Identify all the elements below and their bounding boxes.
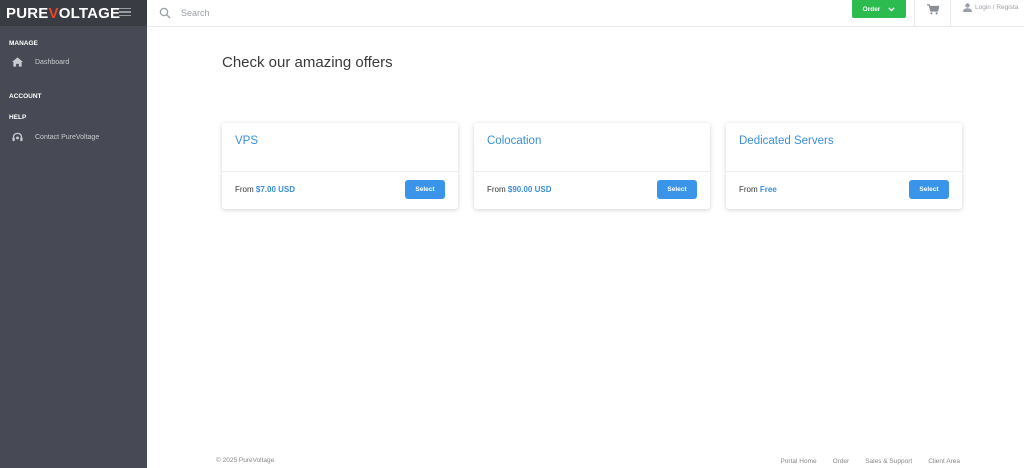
hamburger-menu-icon[interactable] [119,5,131,19]
offer-title[interactable]: Dedicated Servers [739,135,834,147]
offer-card-vps: VPS From $7.00 USD Select [222,123,458,209]
logo-text-v: V [48,4,59,22]
topbar: Order Login / Regista [147,0,1024,27]
sidebar-item-label: Dashboard [35,58,70,66]
footer-links: Portal Home Order Sales & Support Client… [780,458,960,465]
footer-link-client-area[interactable]: Client Area [928,458,960,465]
footer-link-portal-home[interactable]: Portal Home [780,458,816,465]
select-button[interactable]: Select [657,180,697,199]
page-title: Check our amazing offers [222,54,393,71]
logo-text-pure: PURE [6,4,49,22]
brand-logo[interactable]: PUREVOLTAGE [6,5,120,22]
offer-title[interactable]: VPS [235,135,258,147]
headset-icon [12,132,23,142]
sidebar-section-help: HELP [9,114,27,121]
topbar-divider [950,0,951,27]
price-amount: $90.00 USD [507,185,552,194]
offer-price: From $7.00 USD [235,185,295,194]
cart-icon[interactable] [927,4,939,15]
select-button[interactable]: Select [909,180,949,199]
offer-card-dedicated-servers: Dedicated Servers From Free Select [726,123,962,209]
sidebar-item-dashboard[interactable]: Dashboard [12,57,69,67]
order-button[interactable]: Order [852,0,906,18]
home-icon [12,57,23,67]
chevron-down-icon [888,6,896,12]
sidebar-section-manage: MANAGE [9,40,38,47]
price-prefix: From [235,185,256,194]
offer-title[interactable]: Colocation [487,135,541,147]
sidebar-item-label: Contact PureVoltage [35,133,100,141]
search-icon [159,7,171,19]
price-amount: Free [759,185,777,194]
login-label: Login / Regista [975,4,1019,11]
search-input[interactable] [181,4,481,22]
login-register-link[interactable]: Login / Regista [963,3,1018,12]
footer-copyright: © 2025 PureVoltage [216,457,275,464]
offer-price: From Free [739,185,777,194]
order-button-label: Order [862,5,881,13]
price-prefix: From [739,185,760,194]
user-icon [963,3,972,12]
select-button[interactable]: Select [405,180,445,199]
topbar-divider [914,0,915,27]
sidebar-item-contact[interactable]: Contact PureVoltage [12,132,99,142]
sidebar: PUREVOLTAGE MANAGE Dashboard ACCOUNT HEL… [0,0,147,468]
footer-link-sales-support[interactable]: Sales & Support [865,458,912,465]
price-amount: $7.00 USD [255,185,296,194]
offer-card-colocation: Colocation From $90.00 USD Select [474,123,710,209]
card-divider [726,171,962,172]
card-divider [474,171,710,172]
price-prefix: From [487,185,508,194]
footer-link-order[interactable]: Order [833,458,850,465]
card-divider [222,171,458,172]
offer-price: From $90.00 USD [487,185,551,194]
sidebar-section-account: ACCOUNT [9,93,42,100]
logo-text-oltage: OLTAGE [58,4,121,22]
